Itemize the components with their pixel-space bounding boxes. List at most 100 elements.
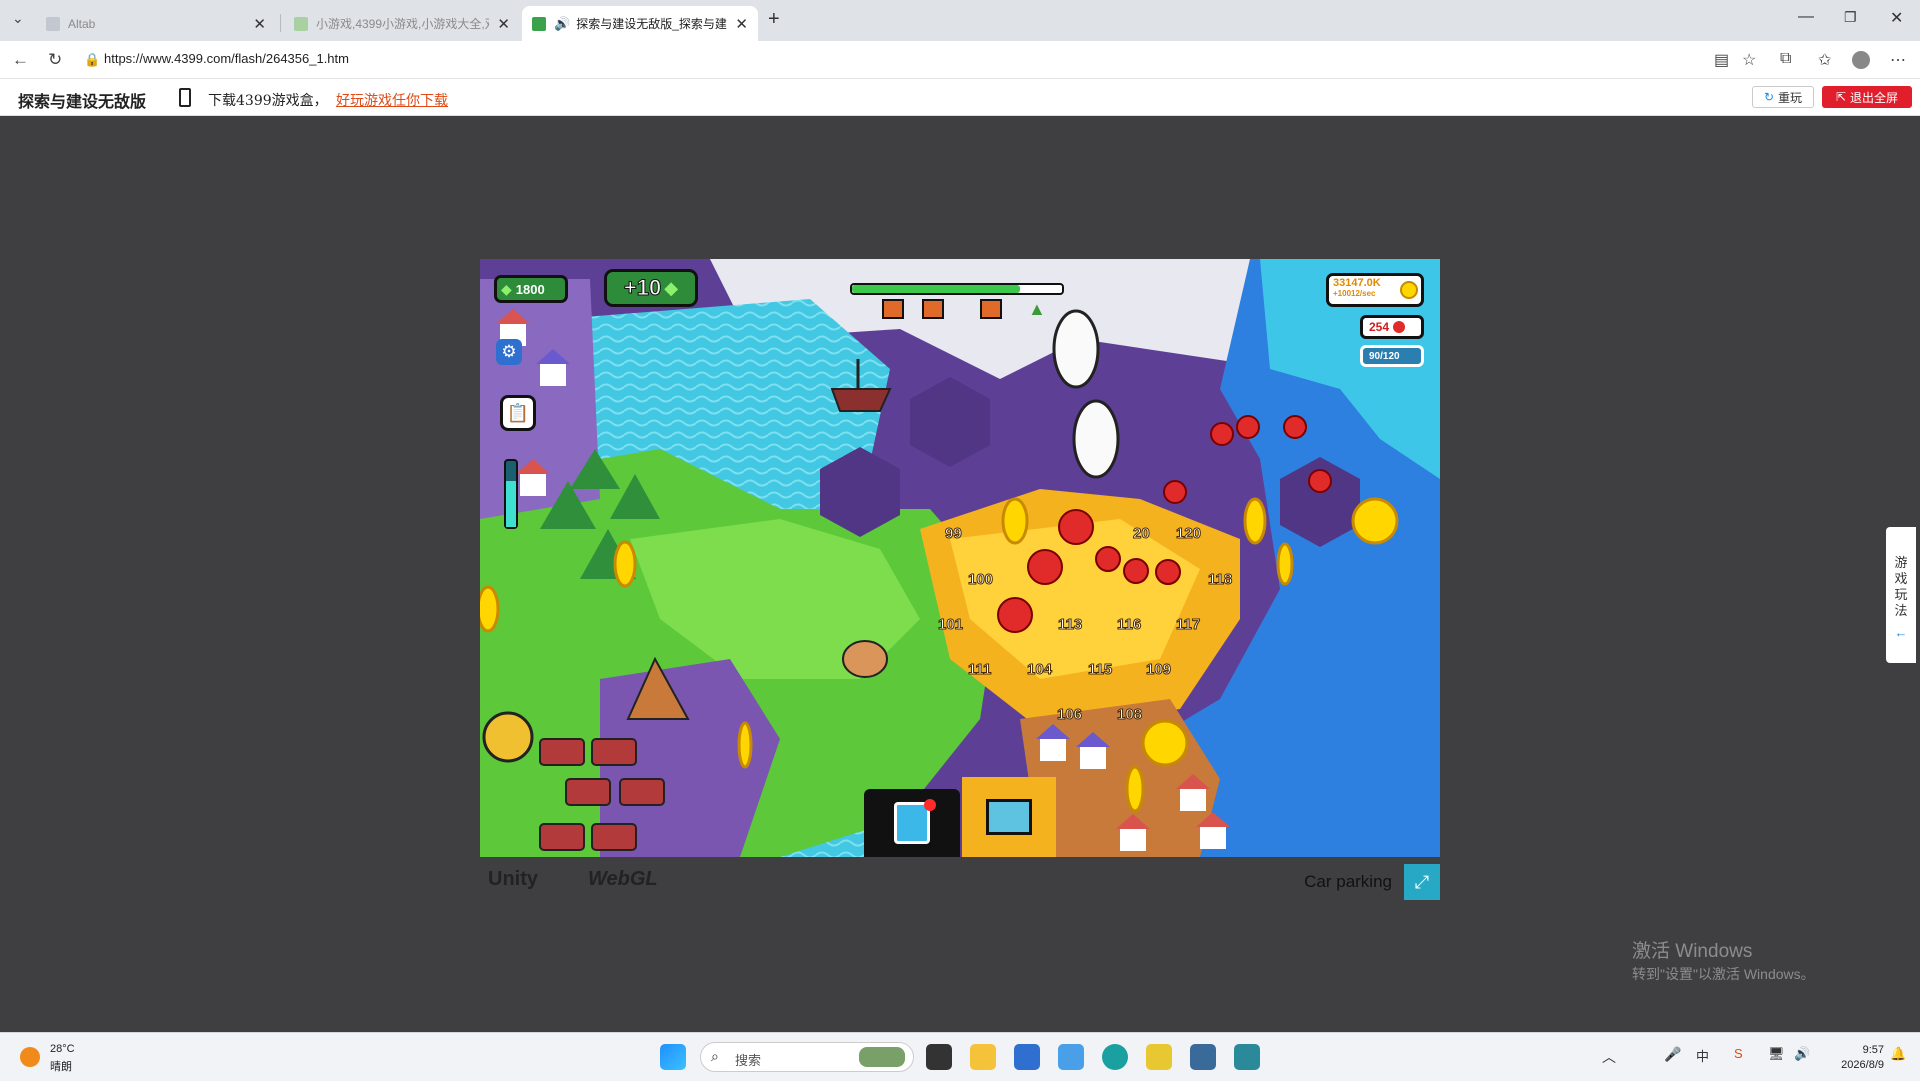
promo-download-link[interactable]: 好玩游戏任你下载 [336, 90, 448, 110]
apple-icon [1393, 321, 1406, 333]
close-tab-icon[interactable]: ✕ [253, 15, 266, 33]
tree-milestone-icon: ▲ [1028, 299, 1046, 319]
gate [482, 711, 534, 763]
tab-list-dropdown-icon[interactable]: ⌄ [12, 10, 24, 27]
castle-milestone-icon [882, 299, 904, 319]
minimize-button[interactable]: — [1798, 8, 1814, 26]
coin-icon [1400, 281, 1418, 299]
restart-label: 重玩 [1778, 90, 1803, 105]
plot-label: 118 [1207, 571, 1233, 589]
quest-clipboard-button[interactable]: 📋 [500, 395, 536, 431]
speaker-icon[interactable]: 🔊 [554, 16, 570, 32]
network-icon[interactable]: 🖥 [1768, 1046, 1785, 1062]
url-field[interactable]: https://www.4399.com/flash/264356_1.htm [104, 51, 349, 66]
start-windows-icon[interactable] [660, 1044, 686, 1070]
plot-label: 106 [1056, 706, 1083, 724]
unity-footer: Unity WebGL Car parking ⤢ [480, 860, 1440, 900]
volume-icon[interactable]: 🔊 [1794, 1046, 1810, 1062]
browser-tab-bar: ⌄ Altab ✕ 小游戏,4399小游戏,小游戏大全,双 ✕ 🔊 探索与建设无… [0, 0, 1920, 41]
tab-altab[interactable]: Altab ✕ [36, 6, 276, 41]
gem-counter: ◆ 1800 [494, 275, 568, 303]
gem-bonus-button[interactable]: +10 ◆ [604, 269, 698, 307]
search-banner-image [859, 1047, 905, 1067]
refresh-icon: ↻ [1763, 90, 1775, 104]
promo-text: 下载4399游戏盒， [208, 93, 328, 109]
plot-label: 117 [1175, 616, 1201, 634]
profile-avatar-icon[interactable] [1852, 51, 1870, 69]
game-app-icon[interactable] [1146, 1044, 1172, 1070]
reader-mode-icon[interactable]: ▤ [1714, 50, 1729, 70]
how-to-play-tab[interactable]: 游戏玩法 ← [1886, 527, 1916, 663]
plot-label: 116 [1116, 616, 1142, 634]
sun-icon [20, 1047, 40, 1067]
app-icon-teal[interactable] [1234, 1044, 1260, 1070]
app-icon-blue[interactable] [1190, 1044, 1216, 1070]
cards-button[interactable] [864, 789, 960, 857]
ime-icon[interactable]: 中 [1696, 1046, 1709, 1065]
map-button[interactable] [962, 777, 1056, 857]
fullscreen-button[interactable]: ⤢ [1404, 864, 1440, 900]
notification-icon[interactable]: 🔔 [1890, 1046, 1906, 1062]
chevron-up-icon[interactable]: ︿ [1602, 1047, 1616, 1067]
arrow-left-icon: ← [1894, 625, 1908, 640]
refresh-icon[interactable]: ↻ [48, 50, 62, 70]
game-canvas[interactable]: 99 20 120 100 118 101 113 116 117 111 10… [480, 259, 1440, 857]
file-explorer-icon[interactable] [970, 1044, 996, 1070]
back-icon[interactable]: ← [12, 50, 29, 70]
grid-favicon-icon [532, 16, 546, 31]
altab-favicon-icon [46, 16, 60, 31]
weather-desc: 晴朗 [50, 1061, 72, 1073]
plot-label: 20 [1133, 525, 1151, 543]
exit-fullscreen-button[interactable]: ⇱ 退出全屏 [1822, 86, 1912, 108]
tab-title: 小游戏,4399小游戏,小游戏大全,双 [316, 17, 490, 31]
weather-temp: 28°C [50, 1043, 75, 1055]
game-name: Car parking [1304, 872, 1392, 891]
extensions-icon[interactable]: ⧉ [1780, 50, 1791, 68]
notification-dot [924, 799, 936, 811]
activation-watermark-subtitle: 转到"设置"以激活 Windows。 [1632, 966, 1815, 982]
plot-label: 113 [1057, 616, 1083, 634]
restore-button[interactable]: ❐ [1844, 9, 1857, 26]
plot-label: 111 [967, 661, 992, 679]
lock-icon[interactable]: 🔒 [84, 52, 100, 68]
gem-bonus-value: +10 [623, 275, 662, 301]
apple-count: 254 [1369, 320, 1390, 334]
clock[interactable]: 9:57 2026/8/9 [1822, 1043, 1884, 1073]
game-map[interactable] [480, 259, 1440, 857]
capacity-counter: 90/120 [1360, 345, 1424, 367]
more-menu-icon[interactable]: ⋯ [1890, 50, 1906, 70]
energy-fill [506, 480, 516, 527]
side-tab-label: 游戏玩法 [1894, 555, 1908, 618]
unity-logo: Unity [488, 868, 538, 890]
gold-counter: 33147.0K +10012/sec [1326, 273, 1424, 307]
taskbar: 28°C 晴朗 ⌕ 搜索 ︿ 🎤 中 S 🖥 🔊 9:57 2026/8/9 🔔 [0, 1032, 1920, 1081]
task-view-icon[interactable] [926, 1044, 952, 1070]
restart-button[interactable]: ↻ 重玩 [1752, 86, 1814, 108]
gem-icon: ◆ [501, 280, 512, 297]
close-tab-icon[interactable]: ✕ [735, 15, 748, 33]
plot-label: 115 [1087, 661, 1113, 679]
search-icon: ⌕ [711, 1048, 719, 1064]
taskbar-search[interactable]: ⌕ 搜索 [700, 1042, 914, 1072]
apple-counter: 254 [1360, 315, 1424, 339]
progress-track [850, 283, 1064, 295]
edge-browser-icon[interactable] [1102, 1044, 1128, 1070]
tab-title: 探索与建设无敌版_探索与建设 [576, 17, 728, 31]
tab-4399-home[interactable]: 小游戏,4399小游戏,小游戏大全,双 ✕ [284, 6, 520, 41]
tab-game-active[interactable]: 🔊 探索与建设无敌版_探索与建设 ✕ [522, 6, 758, 41]
plot-label: 120 [1175, 525, 1202, 543]
activation-watermark-title: 激活 Windows [1632, 941, 1753, 962]
store-icon[interactable] [1014, 1044, 1040, 1070]
microphone-icon[interactable]: 🎤 [1664, 1046, 1681, 1063]
close-tab-icon[interactable]: ✕ [497, 15, 510, 33]
close-window-button[interactable]: ✕ [1890, 8, 1903, 28]
sogou-icon[interactable]: S [1734, 1046, 1743, 1061]
favorites-icon[interactable]: ✩ [1818, 50, 1831, 70]
gem-count: 1800 [515, 281, 545, 297]
settings-gear-button[interactable]: ⚙ [496, 339, 522, 365]
favorite-star-icon[interactable]: ☆ [1742, 50, 1756, 70]
search-placeholder: 搜索 [735, 1053, 762, 1068]
new-tab-button[interactable]: + [768, 8, 780, 31]
photos-icon[interactable] [1058, 1044, 1084, 1070]
plot-label: 101 [937, 616, 964, 634]
